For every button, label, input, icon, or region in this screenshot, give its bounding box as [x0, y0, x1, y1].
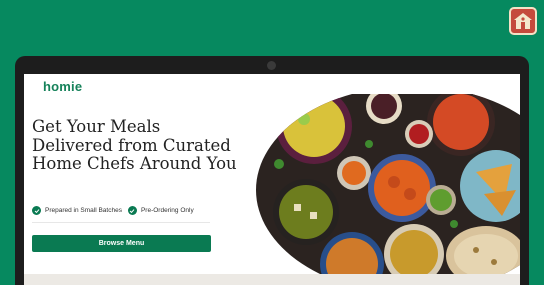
- hero-headline: Get Your Meals Delivered from Curated Ho…: [32, 117, 237, 173]
- browse-menu-button[interactable]: Browse Menu: [32, 235, 211, 252]
- laptop-frame: homie Get Your Meals Delivered from Cura…: [15, 56, 529, 285]
- feature-item-small-batches: Prepared in Small Batches: [32, 206, 122, 215]
- check-circle-icon: [127, 206, 137, 215]
- food-platter-image: [254, 94, 520, 276]
- bottom-bar: [24, 274, 520, 285]
- check-circle-icon: [32, 206, 41, 215]
- feature-label: Pre-Ordering Only: [140, 207, 194, 214]
- home-icon: [514, 13, 532, 29]
- divider: [32, 222, 210, 223]
- feature-label: Prepared in Small Batches: [45, 207, 122, 214]
- home-app-icon: [509, 7, 537, 35]
- feature-list: Prepared in Small Batches Pre-Ordering O…: [32, 206, 194, 215]
- homie-logo[interactable]: homie: [43, 79, 82, 94]
- webcam: [267, 61, 276, 70]
- website-screen: homie Get Your Meals Delivered from Cura…: [24, 74, 520, 285]
- feature-item-pre-ordering: Pre-Ordering Only: [127, 206, 194, 215]
